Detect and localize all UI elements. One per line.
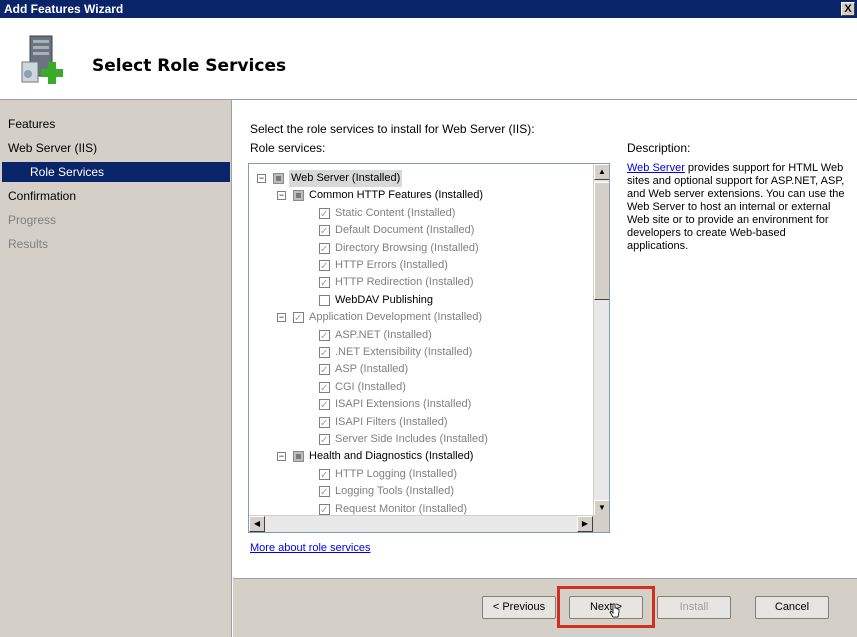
tree-item: Static Content (Installed) (249, 205, 593, 223)
sidebar-item-confirmation[interactable]: Confirmation (0, 186, 232, 206)
scroll-down-icon[interactable]: ▼ (594, 500, 609, 516)
scroll-corner (593, 515, 609, 532)
scroll-up-icon[interactable]: ▲ (594, 164, 609, 180)
close-icon[interactable]: X (841, 2, 855, 16)
instruction-text: Select the role services to install for … (250, 122, 535, 136)
role-services-label: Role services: (250, 141, 326, 155)
wizard-footer: < Previous Next > Install Cancel (233, 578, 857, 637)
checkbox[interactable] (319, 294, 330, 306)
mouse-cursor-icon (609, 603, 620, 618)
collapse-icon[interactable]: − (257, 174, 266, 183)
tree-item-label: ISAPI Filters (Installed) (335, 415, 448, 428)
checkbox (319, 275, 330, 292)
tree-item-label: ASP (Installed) (335, 363, 409, 376)
vertical-scrollbar[interactable]: ▲ ▼ (593, 164, 609, 516)
collapse-icon[interactable]: − (277, 313, 286, 323)
tree-item: HTTP Redirection (Installed) (249, 274, 593, 292)
checkbox[interactable] (293, 451, 304, 463)
scroll-thumb[interactable] (594, 182, 609, 300)
checkbox (319, 380, 330, 397)
checkbox (319, 397, 330, 414)
tree-item-label: Server Side Includes (Installed) (335, 433, 488, 445)
tree-item: − Application Development (Installed) (249, 309, 593, 327)
tree-item-label: HTTP Logging (Installed) (335, 467, 458, 480)
description-text: Web Server provides support for HTML Web… (627, 162, 849, 253)
tree-item-label: HTTP Redirection (Installed) (335, 276, 474, 289)
tree-item: Logging Tools (Installed) (249, 483, 593, 501)
tree-item: .NET Extensibility (Installed) (249, 344, 593, 362)
tree-item-label: Application Development (Installed) (309, 311, 483, 324)
checkbox (319, 206, 330, 223)
checkbox[interactable] (273, 173, 284, 184)
tree-item-label: Logging Tools (Installed) (335, 485, 455, 498)
tree-item-label: CGI (Installed) (335, 380, 406, 393)
tree-item[interactable]: − Web Server (Installed) (249, 170, 593, 187)
sidebar-item-features[interactable]: Features (0, 114, 232, 134)
tree-item-label: Health and Diagnostics (Installed) (309, 450, 474, 463)
scroll-right-icon[interactable]: ▶ (577, 516, 593, 532)
next-button-highlight (557, 586, 655, 628)
more-about-role-services-link[interactable]: More about role services (250, 542, 370, 554)
tree-item: Directory Browsing (Installed) (249, 240, 593, 258)
checkbox (293, 310, 304, 327)
title-bar: Add Features Wizard X (0, 0, 857, 18)
tree-item: ASP.NET (Installed) (249, 327, 593, 345)
tree-item-label: Directory Browsing (Installed) (335, 241, 479, 254)
tree-item-label: WebDAV Publishing (335, 293, 434, 306)
tree-item[interactable]: − Common HTTP Features (Installed) (249, 187, 593, 204)
description-label: Description: (627, 141, 691, 155)
tree-item-label: Common HTTP Features (Installed) (309, 189, 484, 202)
install-button: Install (657, 596, 731, 619)
description-body: provides support for HTML Web sites and … (627, 162, 845, 252)
tree-item: Default Document (Installed) (249, 222, 593, 240)
tree-item-label: Static Content (Installed) (335, 206, 456, 219)
collapse-icon[interactable]: − (277, 452, 286, 462)
window-title: Add Features Wizard (4, 2, 124, 16)
tree-item: HTTP Errors (Installed) (249, 257, 593, 275)
tree-item-label: ISAPI Extensions (Installed) (335, 398, 472, 411)
collapse-icon[interactable]: − (277, 191, 286, 201)
checkbox (319, 328, 330, 345)
role-services-tree[interactable]: − Web Server (Installed) − Common HTTP Feat… (248, 163, 610, 533)
sidebar-item-progress: Progress (8, 213, 57, 227)
tree-items: − Web Server (Installed) − Common HTTP Feat… (249, 164, 593, 519)
tree-item-label: HTTP Errors (Installed) (335, 259, 448, 271)
tree-item: HTTP Logging (Installed) (249, 466, 593, 484)
checkbox[interactable] (293, 190, 304, 202)
main-content: Select the role services to install for … (233, 100, 857, 578)
checkbox (319, 502, 330, 519)
page-title: Select Role Services (92, 56, 287, 76)
scroll-left-icon[interactable]: ◀ (249, 516, 265, 532)
tree-item-label: Web Server (Installed) (289, 170, 403, 187)
checkbox (319, 362, 330, 379)
tree-item[interactable]: − Health and Diagnostics (Installed) (249, 448, 593, 465)
tree-item: CGI (Installed) (249, 379, 593, 397)
tree-item-label: .NET Extensibility (Installed) (335, 346, 473, 358)
tree-item: ASP (Installed) (249, 361, 593, 379)
sidebar-item-role-services[interactable]: Role Services (2, 162, 230, 182)
checkbox (319, 345, 330, 362)
wizard-header: Select Role Services (0, 18, 857, 100)
tree-item: ISAPI Filters (Installed) (249, 414, 593, 432)
checkbox (319, 223, 330, 240)
sidebar-item-web-server[interactable]: Web Server (IIS) (0, 138, 232, 158)
cancel-button[interactable]: Cancel (755, 596, 829, 619)
checkbox (319, 241, 330, 258)
checkbox (319, 467, 330, 484)
tree-item: Server Side Includes (Installed) (249, 431, 593, 449)
server-add-icon (21, 35, 63, 84)
sidebar-item-results: Results (8, 237, 49, 251)
description-link[interactable]: Web Server (627, 162, 685, 174)
horizontal-scrollbar[interactable]: ◀ ▶ (249, 515, 593, 532)
tree-item[interactable]: WebDAV Publishing (249, 292, 593, 309)
previous-button[interactable]: < Previous (482, 596, 556, 619)
tree-item: ISAPI Extensions (Installed) (249, 396, 593, 414)
checkbox (319, 415, 330, 432)
tree-item-label: Default Document (Installed) (335, 224, 475, 237)
checkbox (319, 484, 330, 501)
checkbox (319, 432, 330, 449)
tree-item-label: ASP.NET (Installed) (335, 328, 432, 341)
wizard-steps-sidebar: Features Web Server (IIS) Role Services … (0, 100, 232, 637)
checkbox (319, 258, 330, 275)
